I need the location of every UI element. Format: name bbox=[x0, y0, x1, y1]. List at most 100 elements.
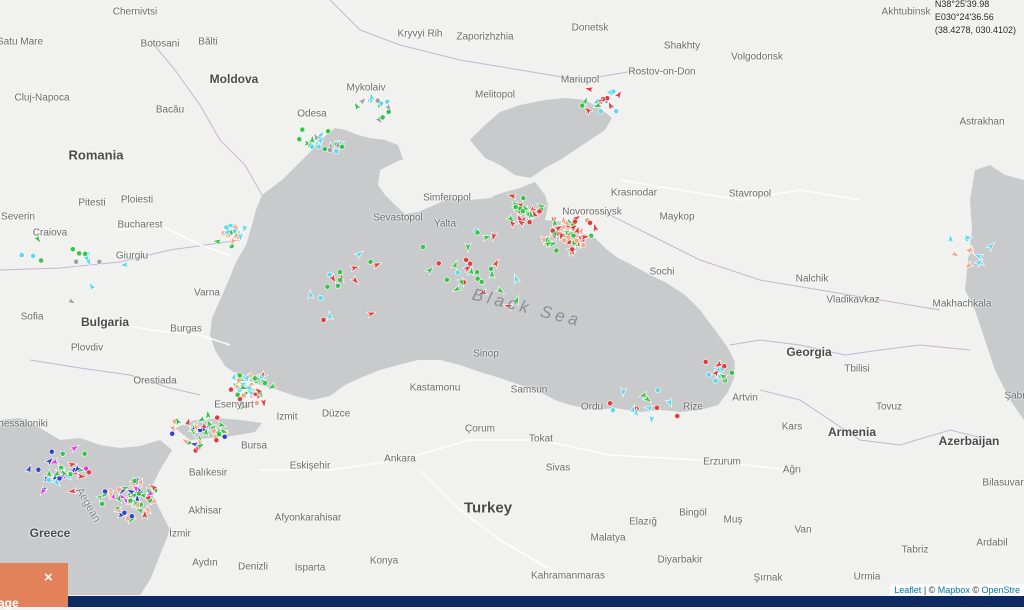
vessel-marker[interactable] bbox=[588, 232, 594, 239]
vessel-marker[interactable] bbox=[706, 371, 712, 378]
vessel-marker[interactable] bbox=[99, 500, 105, 507]
map-canvas[interactable] bbox=[0, 0, 1024, 607]
vessel-marker[interactable] bbox=[580, 242, 587, 249]
vessel-marker[interactable] bbox=[610, 88, 617, 95]
vessel-marker[interactable] bbox=[721, 363, 728, 370]
vessel-marker[interactable] bbox=[474, 269, 481, 275]
vessel-marker[interactable] bbox=[213, 437, 220, 444]
vessel-marker[interactable] bbox=[251, 375, 258, 382]
vessel-marker[interactable] bbox=[572, 218, 578, 225]
vessel-marker[interactable] bbox=[86, 469, 92, 476]
close-panel-button[interactable]: × age bbox=[0, 563, 68, 610]
vessel-marker[interactable] bbox=[253, 400, 260, 406]
vessel-marker[interactable] bbox=[435, 260, 442, 267]
vessel-marker[interactable] bbox=[463, 256, 469, 263]
vessel-marker[interactable] bbox=[728, 369, 735, 376]
vessel-marker[interactable] bbox=[69, 246, 76, 253]
vessel-marker[interactable] bbox=[553, 247, 560, 254]
vessel-marker[interactable] bbox=[240, 392, 247, 399]
vessel-marker[interactable] bbox=[561, 237, 568, 244]
vessel-marker[interactable] bbox=[674, 413, 681, 419]
mapbox-link[interactable]: Mapbox bbox=[938, 585, 970, 595]
vessel-marker[interactable] bbox=[67, 471, 74, 478]
vessel-marker[interactable] bbox=[296, 136, 303, 143]
vessel-marker[interactable] bbox=[385, 109, 392, 115]
vessel-marker[interactable] bbox=[127, 497, 134, 504]
vessel-marker[interactable] bbox=[587, 219, 593, 226]
vessel-marker[interactable] bbox=[121, 509, 128, 516]
vessel-marker[interactable] bbox=[519, 208, 526, 215]
vessel-marker[interactable] bbox=[59, 450, 66, 457]
vessel-marker[interactable] bbox=[488, 265, 494, 272]
vessel-marker[interactable] bbox=[262, 380, 268, 386]
vessel-marker[interactable] bbox=[326, 147, 333, 153]
vessel-marker[interactable] bbox=[526, 219, 533, 226]
vessel-marker[interactable] bbox=[325, 128, 331, 135]
vessel-marker[interactable] bbox=[337, 269, 343, 275]
vessel-marker[interactable] bbox=[573, 237, 580, 244]
vessel-marker[interactable] bbox=[135, 490, 142, 497]
vessel-marker[interactable] bbox=[35, 466, 42, 473]
vessel-marker[interactable] bbox=[444, 276, 450, 283]
vessel-marker[interactable] bbox=[569, 246, 576, 253]
vessel-marker[interactable] bbox=[308, 143, 315, 150]
close-icon[interactable]: × bbox=[44, 569, 53, 586]
vessel-marker[interactable] bbox=[38, 257, 44, 264]
vessel-marker[interactable] bbox=[379, 114, 386, 121]
vessel-marker[interactable] bbox=[654, 404, 660, 411]
vessel-marker[interactable] bbox=[131, 478, 138, 484]
vessel-marker[interactable] bbox=[384, 99, 391, 105]
vessel-marker[interactable] bbox=[321, 146, 328, 152]
vessel-marker[interactable] bbox=[324, 283, 331, 290]
vessel-marker[interactable] bbox=[30, 252, 36, 259]
vessel-marker[interactable] bbox=[228, 386, 234, 393]
osm-link[interactable]: OpenStre bbox=[981, 585, 1020, 595]
vessel-marker[interactable] bbox=[18, 252, 25, 258]
vessel-marker[interactable] bbox=[702, 358, 709, 365]
vessel-marker[interactable] bbox=[520, 195, 527, 201]
vessel-marker[interactable] bbox=[333, 148, 340, 155]
vessel-marker[interactable] bbox=[610, 407, 616, 414]
vessel-marker[interactable] bbox=[234, 391, 241, 398]
vessel-marker[interactable] bbox=[73, 258, 79, 265]
leaflet-link[interactable]: Leaflet bbox=[894, 585, 921, 595]
vessel-marker[interactable] bbox=[82, 250, 89, 257]
vessel-marker[interactable] bbox=[474, 229, 481, 236]
vessel-marker[interactable] bbox=[512, 204, 519, 210]
vessel-marker[interactable] bbox=[474, 275, 481, 282]
vessel-marker[interactable] bbox=[654, 387, 661, 393]
vessel-marker[interactable] bbox=[221, 433, 228, 440]
vessel-marker[interactable] bbox=[320, 316, 327, 323]
vessel-marker[interactable] bbox=[214, 414, 221, 421]
vessel-marker[interactable] bbox=[81, 450, 88, 457]
vessel-marker[interactable] bbox=[712, 377, 719, 384]
vessel-marker[interactable] bbox=[235, 377, 242, 384]
vessel-marker[interactable] bbox=[467, 260, 473, 267]
vessel-marker[interactable] bbox=[597, 108, 604, 115]
vessel-marker[interactable] bbox=[317, 294, 324, 301]
vessel-marker[interactable] bbox=[420, 244, 426, 250]
vessel-marker[interactable] bbox=[216, 431, 223, 437]
vessel-marker[interactable] bbox=[96, 258, 103, 265]
vessel-marker[interactable] bbox=[128, 513, 135, 520]
vessel-marker[interactable] bbox=[299, 126, 306, 133]
vessel-marker[interactable] bbox=[374, 97, 381, 104]
vessel-marker[interactable] bbox=[116, 486, 123, 493]
vessel-marker[interactable] bbox=[607, 400, 613, 407]
vessel-marker[interactable] bbox=[613, 108, 620, 115]
vessel-marker[interactable] bbox=[45, 477, 52, 483]
vessel-marker[interactable] bbox=[48, 448, 55, 455]
vessel-marker[interactable] bbox=[536, 208, 543, 215]
vessel-marker[interactable] bbox=[169, 430, 176, 437]
vessel-marker[interactable] bbox=[236, 372, 243, 379]
vessel-marker[interactable] bbox=[339, 143, 345, 150]
vessel-marker[interactable] bbox=[102, 488, 108, 495]
vessel-marker[interactable] bbox=[334, 282, 341, 289]
vessel-marker[interactable] bbox=[210, 427, 217, 434]
vessel-marker[interactable] bbox=[56, 475, 63, 482]
vessel-marker[interactable] bbox=[243, 403, 250, 409]
vessel-marker[interactable] bbox=[454, 269, 461, 276]
vessel-marker[interactable] bbox=[579, 102, 586, 109]
vessel-marker[interactable] bbox=[337, 277, 343, 283]
vessel-marker[interactable] bbox=[76, 250, 83, 257]
